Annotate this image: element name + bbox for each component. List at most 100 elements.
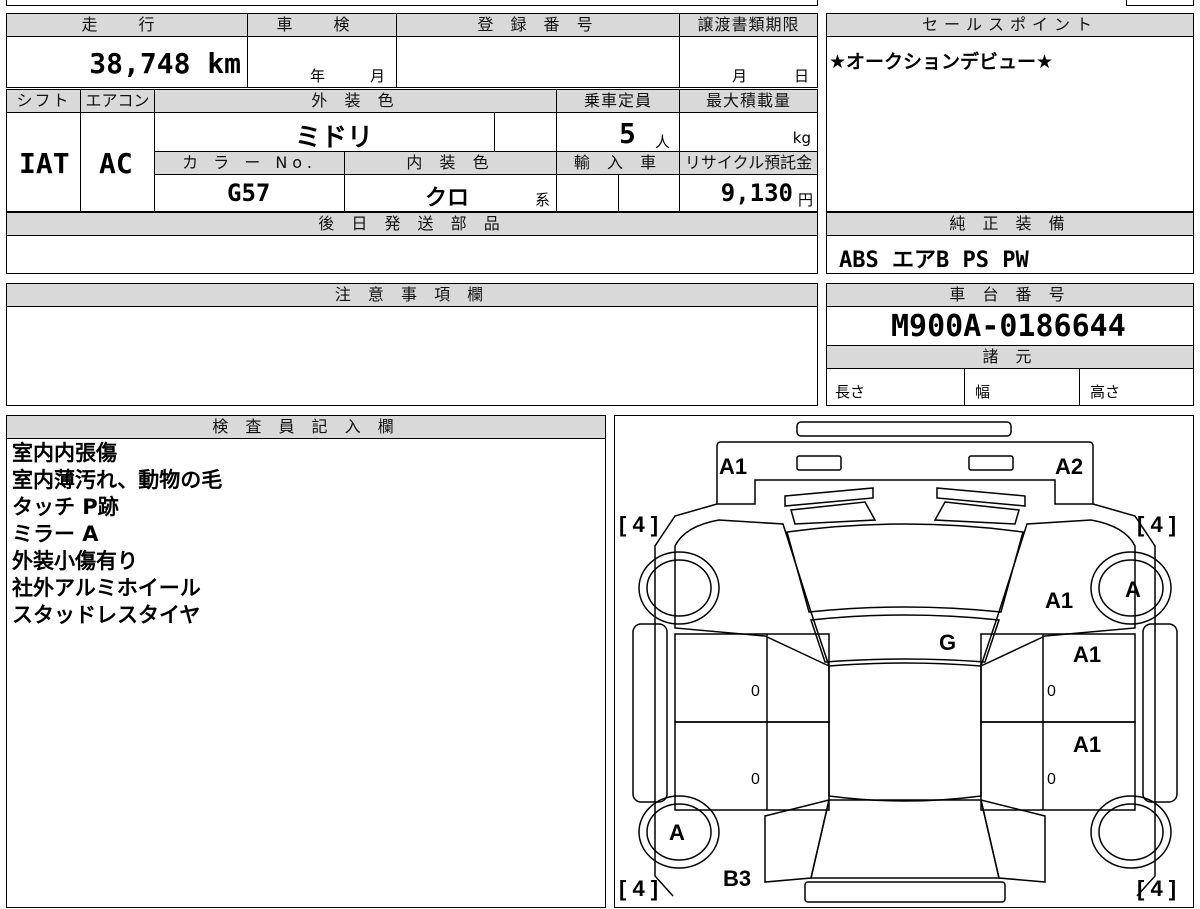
left-skirt-shape	[632, 623, 668, 803]
inspector-note: 室内薄汚れ、動物の毛	[12, 468, 223, 492]
spec-label: 諸 元	[826, 345, 1194, 369]
transfer-day-unit: 日	[794, 67, 810, 85]
mark-rear-left: B3	[723, 866, 751, 891]
top-strip	[6, 0, 818, 6]
aircon-value-cell: AC	[80, 112, 155, 212]
color-no-value-cell: G57	[154, 174, 345, 212]
max-load-unit: kg	[792, 129, 811, 147]
inspection-value-cell: 年 月	[247, 36, 397, 88]
length-cell: 長さ	[826, 368, 965, 406]
recycle-value-cell: 9,130 円	[679, 174, 818, 212]
sales-point-text: ★オークションデビュー★	[829, 51, 1054, 73]
capacity-value: 5	[619, 117, 636, 150]
inspection-month-unit: 月	[370, 67, 386, 85]
front-bumper-shape	[796, 421, 1012, 437]
chassis-value: M900A-0186644	[891, 309, 1126, 344]
transfer-deadline-value-cell: 月 日	[679, 36, 818, 88]
right-rear-door-shape	[980, 721, 1136, 811]
width-label: 幅	[975, 383, 991, 401]
import-label: 輸 入 車	[556, 151, 680, 175]
transfer-month-unit: 月	[732, 67, 748, 85]
max-load-value-cell: kg	[679, 112, 818, 152]
later-parts-value-cell	[6, 235, 818, 274]
cabin-shape	[828, 662, 982, 802]
exterior-color-extra-cell	[494, 112, 557, 152]
cowl-left-shape	[790, 501, 877, 525]
height-label: 高さ	[1090, 383, 1121, 401]
mileage-label: 走 行	[6, 13, 248, 37]
door-count-rf: 0	[1047, 683, 1056, 700]
tire-depth-fr: [ 4 ]	[1137, 512, 1176, 537]
recycle-value: 9,130	[720, 179, 793, 207]
mark-front-right: A2	[1055, 454, 1083, 479]
sales-point-body: ★オークションデビュー★	[826, 36, 1194, 212]
width-cell: 幅	[964, 368, 1080, 406]
left-rear-quarter-shape	[764, 798, 831, 883]
left-headlight-shape	[796, 455, 842, 471]
rear-window-shape	[810, 799, 1000, 879]
interior-color-suffix: 系	[534, 191, 550, 209]
hood-shape	[716, 441, 1094, 505]
door-count-rr: 0	[1047, 771, 1056, 788]
reg-number-label: 登 録 番 号	[396, 13, 680, 37]
windshield-shape	[786, 523, 1024, 613]
inspector-note-list: 室内内張傷 室内薄汚れ、動物の毛 タッチ P跡 ミラー A 外装小傷有り 社外ア…	[12, 440, 222, 629]
door-count-lf: 0	[751, 683, 760, 700]
chassis-value-cell: M900A-0186644	[826, 306, 1194, 346]
height-cell: 高さ	[1079, 368, 1194, 406]
capacity-unit: 人	[655, 133, 671, 151]
inspector-note: 社外アルミホイール	[12, 576, 201, 600]
notes-label: 注 意 事 項 欄	[6, 283, 818, 307]
mileage-value-cell: 38,748 km	[6, 36, 248, 88]
inspector-note: 室内内張傷	[12, 441, 117, 465]
capacity-value-cell: 5 人	[556, 112, 680, 152]
mark-right-fender: A1	[1045, 588, 1073, 613]
chassis-label: 車 台 番 号	[826, 283, 1194, 307]
import-value-cell-2	[618, 174, 680, 212]
notes-body	[6, 306, 818, 406]
shift-value-cell: IAT	[6, 112, 81, 212]
left-rear-door-shape	[674, 721, 830, 811]
shift-label: シフト	[6, 89, 81, 113]
mark-wheel-front-right: A	[1125, 577, 1141, 602]
car-diagram-panel: A1 A2 A1 G A1 A1 A A B3 [ 4 ] [ 4 ] [ 4 …	[614, 415, 1194, 908]
reg-number-value-cell	[396, 36, 680, 88]
sales-point-label: セールスポイント	[826, 13, 1194, 37]
roof-shape	[809, 614, 1001, 663]
inspector-note: 外装小傷有り	[12, 549, 138, 573]
tire-depth-rl: [ 4 ]	[619, 876, 658, 901]
interior-color-value-cell: クロ 系	[344, 174, 557, 212]
mileage-value: 38,748 km	[89, 47, 241, 80]
genuine-equipment-text: ABS エアB PS PW	[839, 248, 1029, 273]
right-front-door-shape	[980, 633, 1136, 723]
inspection-label: 車 検	[247, 13, 397, 37]
interior-color-value: クロ	[425, 186, 470, 211]
mark-wheel-rear-left: A	[669, 820, 685, 845]
capacity-label: 乗車定員	[556, 89, 680, 113]
wheel-rear-right-shape	[1090, 795, 1172, 869]
left-front-door-shape	[674, 633, 830, 723]
exterior-color-value: ミドリ	[295, 123, 374, 152]
recycle-unit: 円	[797, 191, 813, 209]
mark-right-rear-door: A1	[1073, 732, 1101, 757]
color-no-value: G57	[227, 179, 271, 207]
top-strip-right	[1126, 0, 1194, 6]
import-value-cell-1	[556, 174, 619, 212]
exterior-color-value-cell: ミドリ	[154, 112, 495, 152]
recycle-label: リサイクル預託金	[679, 151, 818, 175]
genuine-equipment-body: ABS エアB PS PW	[826, 235, 1194, 274]
length-label: 長さ	[835, 383, 866, 401]
cowl-right-shape	[933, 501, 1020, 525]
tire-depth-fl: [ 4 ]	[619, 512, 658, 537]
wheel-front-left-shape	[638, 551, 720, 625]
interior-color-label: 内 装 色	[344, 151, 557, 175]
inspector-label: 検 査 員 記 入 欄	[6, 415, 606, 439]
shift-value: IAT	[19, 147, 70, 180]
aircon-label: エアコン	[80, 89, 155, 113]
right-rear-quarter-shape	[979, 798, 1046, 883]
right-headlight-shape	[968, 455, 1014, 471]
inspection-year-unit: 年	[310, 67, 326, 85]
door-count-lr: 0	[751, 771, 760, 788]
aircon-value: AC	[99, 147, 133, 180]
rear-bumper-shape	[804, 881, 1006, 903]
